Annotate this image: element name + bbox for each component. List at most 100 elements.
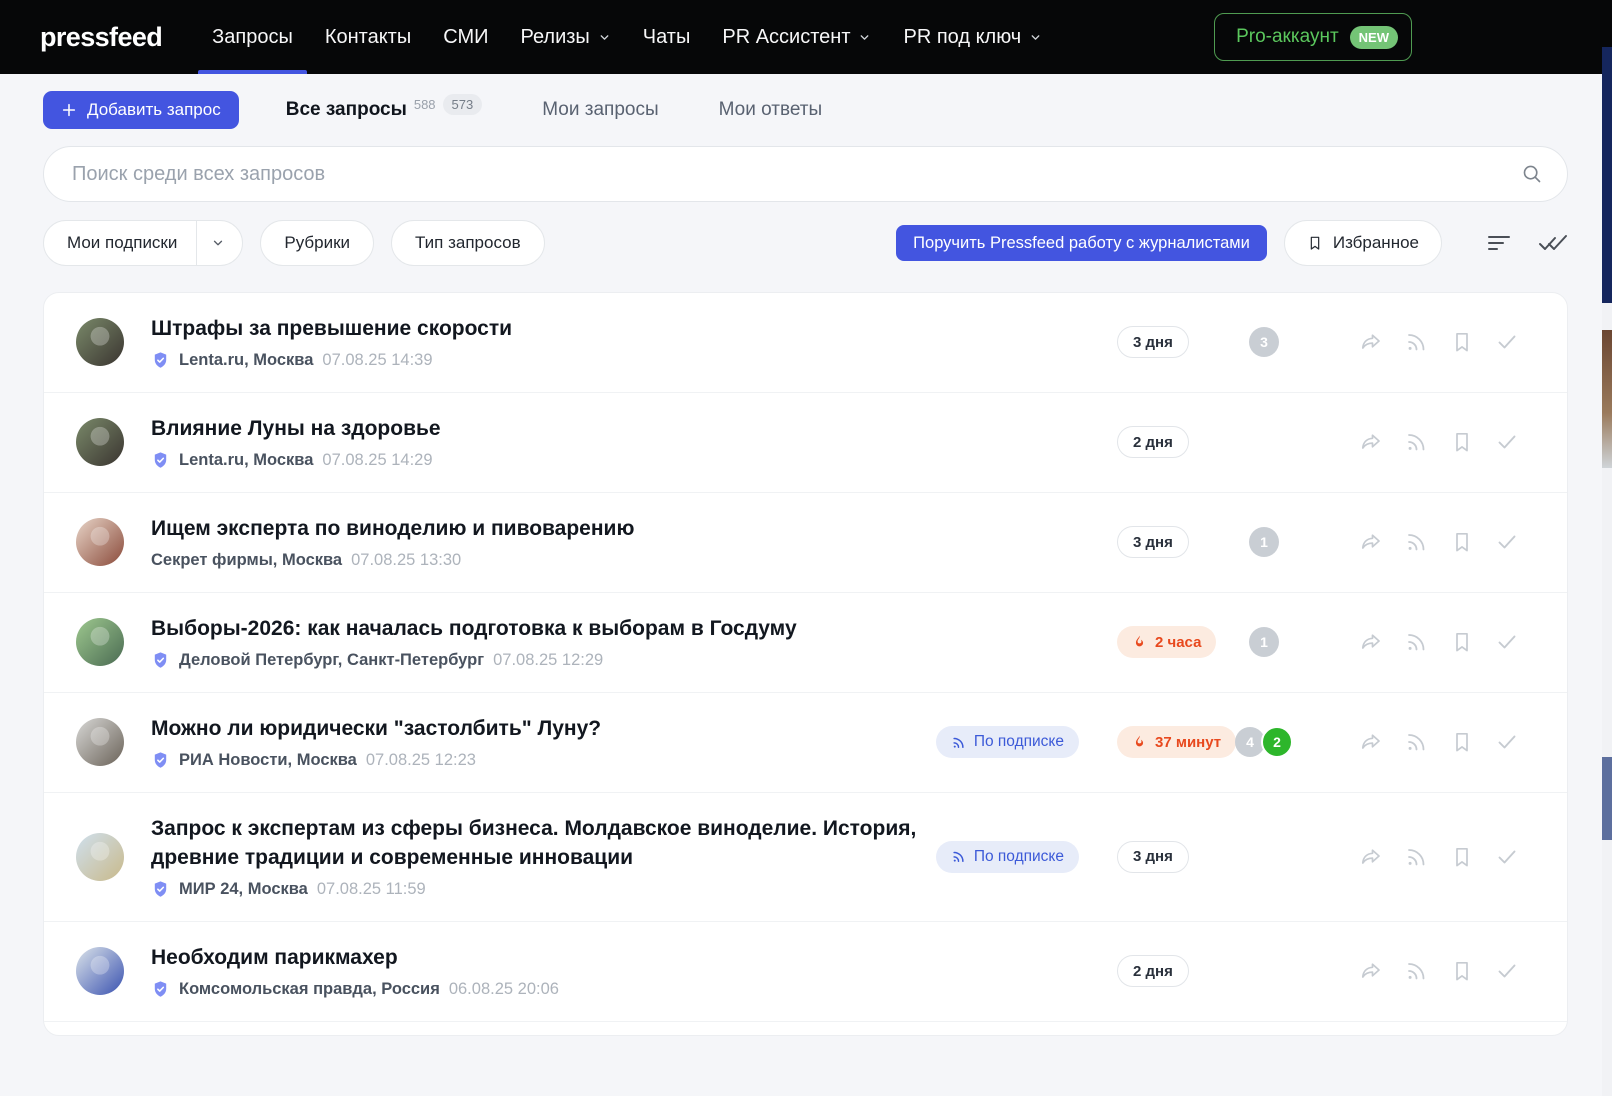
mark-done-icon[interactable] [1495,845,1519,869]
request-title[interactable]: Выборы-2026: как началась подготовка к в… [151,615,939,644]
answers-count: 1 [1249,627,1279,657]
rss-subscribe-icon[interactable] [1404,959,1428,983]
request-title[interactable]: Ищем эксперта по виноделию и пивоварению [151,515,939,544]
add-request-button[interactable]: Добавить запрос [43,91,239,129]
answers-count: 2 [1261,726,1293,758]
delegate-to-pressfeed-button[interactable]: Поручить Pressfeed работу с журналистами [896,225,1267,261]
verified-shield-icon [151,651,170,670]
request-row[interactable]: Запрос к экспертам из сферы бизнеса. Мол… [44,792,1567,921]
share-icon[interactable] [1359,730,1383,754]
rss-subscribe-icon[interactable] [1404,430,1428,454]
request-row[interactable]: Влияние Луны на здоровье Lenta.ru, Москв… [44,392,1567,492]
fire-icon [1132,734,1147,750]
journalist-avatar[interactable] [76,833,124,881]
favorites-button[interactable]: Избранное [1284,220,1442,266]
request-title[interactable]: Запрос к экспертам из сферы бизнеса. Мол… [151,815,939,873]
mark-all-read-icon[interactable] [1538,232,1568,254]
share-icon[interactable] [1359,845,1383,869]
requests-total-count: 588 [414,97,436,112]
mark-done-icon[interactable] [1495,330,1519,354]
request-title[interactable]: Можно ли юридически "застолбить" Луну? [151,715,939,744]
request-title[interactable]: Штрафы за превышение скорости [151,315,939,344]
deadline-badge-slot: 37 минут [1117,726,1216,758]
request-row[interactable]: Ищем эксперта по виноделию и пивоварению… [44,492,1567,592]
nav-item-4[interactable]: Релизы [504,0,626,74]
deadline-badge: 3 дня [1117,326,1189,358]
mark-done-icon[interactable] [1495,530,1519,554]
pro-account-button[interactable]: Pro-аккаунт NEW [1214,13,1412,61]
filter-my-subscriptions[interactable]: Мои подписки [43,220,243,266]
request-datetime: 07.08.25 12:29 [493,651,603,670]
sort-icon[interactable] [1486,232,1512,254]
share-icon[interactable] [1359,959,1383,983]
bookmark-icon[interactable] [1450,630,1474,654]
request-title[interactable]: Влияние Луны на здоровье [151,415,939,444]
bookmark-icon[interactable] [1450,330,1474,354]
request-row[interactable]: Штрафы за превышение скорости Lenta.ru, … [44,293,1567,392]
nav-item-3[interactable]: СМИ [427,0,504,74]
new-badge: NEW [1350,26,1398,49]
search-input[interactable] [72,163,1521,186]
tab-my-requests[interactable]: Мои запросы [542,99,658,121]
answers-count-slot: 1 [1216,527,1312,557]
bookmark-icon[interactable] [1450,959,1474,983]
mark-done-icon[interactable] [1495,730,1519,754]
share-icon[interactable] [1359,330,1383,354]
bookmark-icon[interactable] [1450,730,1474,754]
bookmark-icon[interactable] [1450,430,1474,454]
bookmark-icon[interactable] [1450,845,1474,869]
filter-request-types[interactable]: Тип запросов [391,220,545,266]
nav-item-2[interactable]: Контакты [309,0,427,74]
journalist-avatar[interactable] [76,318,124,366]
answers-count-slot: 3 [1216,327,1312,357]
chevron-down-icon[interactable] [197,236,242,250]
share-icon[interactable] [1359,630,1383,654]
nav-item-1[interactable]: Запросы [196,0,309,74]
answers-count: 1 [1249,527,1279,557]
nav-item-5[interactable]: Чаты [627,0,707,74]
rss-subscribe-icon[interactable] [1404,330,1428,354]
journalist-avatar[interactable] [76,618,124,666]
verified-shield-icon [151,880,170,899]
tab-all-requests[interactable]: Все запросы 588 573 [286,99,483,121]
share-icon[interactable] [1359,430,1383,454]
journalist-avatar[interactable] [76,518,124,566]
answers-count: 3 [1249,327,1279,357]
share-icon[interactable] [1359,530,1383,554]
request-title[interactable]: Необходим парикмахер [151,944,939,973]
nav-item-7[interactable]: PR под ключ [887,0,1058,74]
chevron-down-icon [858,31,871,44]
journalist-avatar[interactable] [76,418,124,466]
answers-count-slot: 42 [1216,726,1312,758]
request-row[interactable]: Выборы-2026: как началась подготовка к в… [44,592,1567,692]
top-navbar: pressfeed Запросы Контакты СМИ Релизы Ча… [0,0,1612,74]
rss-icon [951,849,966,864]
rss-subscribe-icon[interactable] [1404,530,1428,554]
rss-subscribe-icon[interactable] [1404,630,1428,654]
filter-rubrics[interactable]: Рубрики [260,220,374,266]
request-datetime: 07.08.25 11:59 [317,880,426,899]
request-source: Деловой Петербург, Санкт-Петербург [179,651,484,670]
rss-subscribe-icon[interactable] [1404,845,1428,869]
tab-my-answers[interactable]: Мои ответы [719,99,823,121]
request-row[interactable]: Необходим парикмахер Комсомольская правд… [44,921,1567,1021]
mark-done-icon[interactable] [1495,630,1519,654]
request-datetime: 07.08.25 13:30 [351,551,461,570]
plus-icon [61,102,77,118]
subscription-badge-slot: По подписке [939,726,1079,758]
mark-done-icon[interactable] [1495,430,1519,454]
request-source: РИА Новости, Москва [179,751,357,770]
bookmark-icon[interactable] [1450,530,1474,554]
journalist-avatar[interactable] [76,947,124,995]
deadline-badge: 2 дня [1117,426,1189,458]
mark-done-icon[interactable] [1495,959,1519,983]
pressfeed-logo[interactable]: pressfeed [40,22,162,53]
main-nav: Запросы Контакты СМИ Релизы Чаты PR Асси… [196,0,1058,74]
rss-subscribe-icon[interactable] [1404,730,1428,754]
fire-icon [1132,634,1147,650]
request-row[interactable]: Можно ли юридически "застолбить" Луну? Р… [44,692,1567,792]
search-icon[interactable] [1521,163,1543,185]
chevron-down-icon [598,31,611,44]
nav-item-6[interactable]: PR Ассистент [706,0,887,74]
journalist-avatar[interactable] [76,718,124,766]
